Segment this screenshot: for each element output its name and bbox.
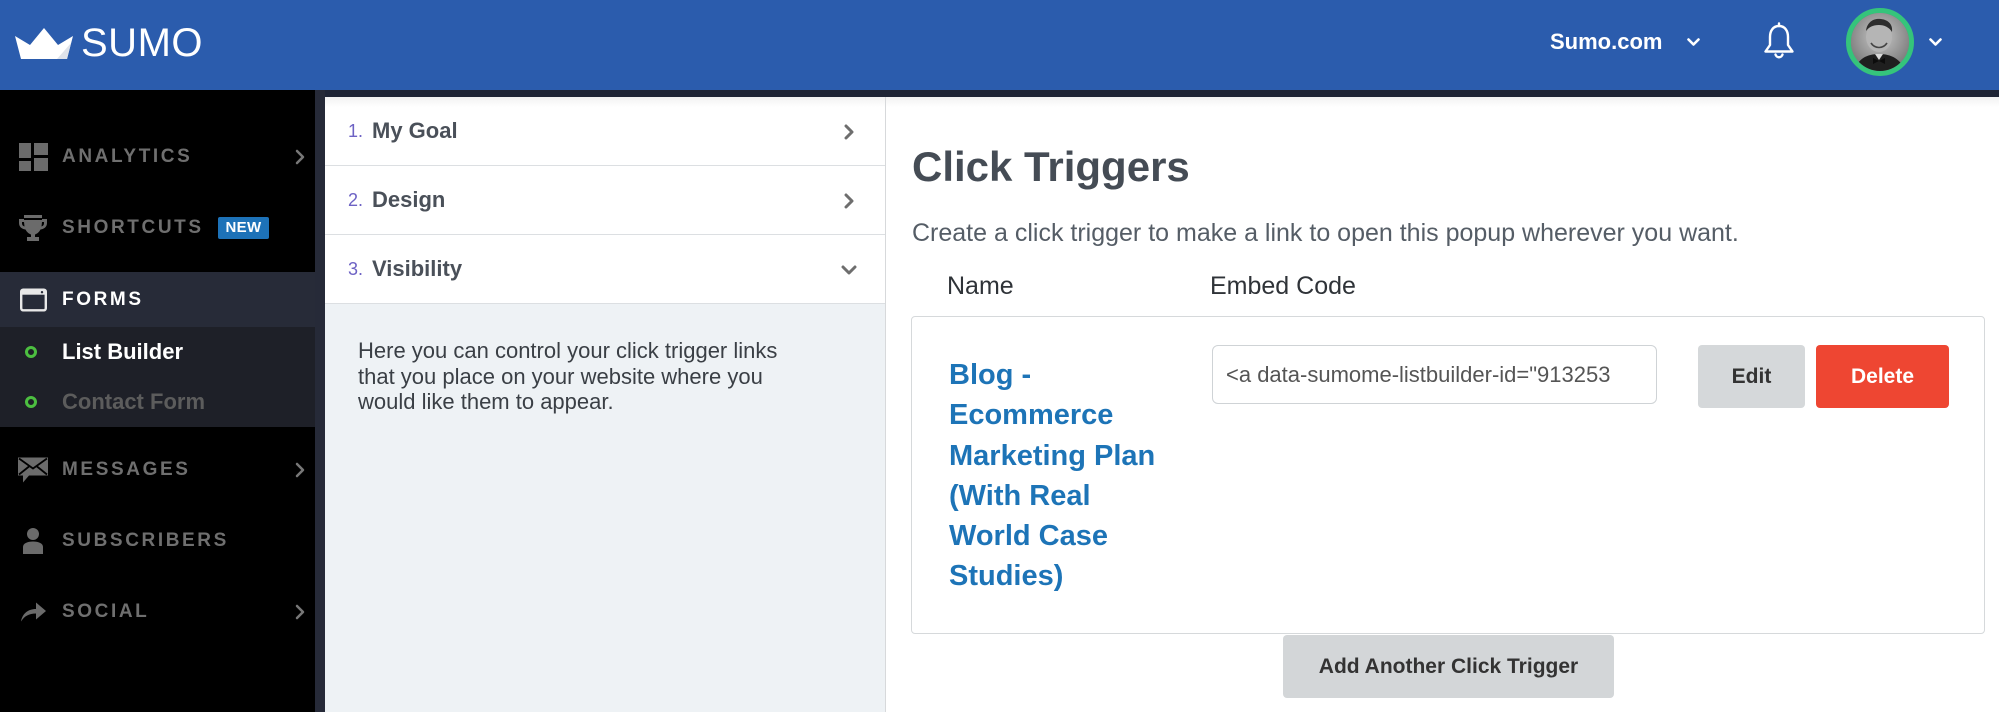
- step-number: 3.: [348, 259, 364, 279]
- sumo-logo[interactable]: SUMO: [15, 21, 203, 65]
- envelope-icon: [18, 457, 48, 484]
- visibility-help-text: Here you can control your click trigger …: [358, 338, 778, 414]
- sidebar-subitem-contact-form[interactable]: Contact Form: [0, 377, 315, 427]
- sidebar-item-forms[interactable]: FORMS: [0, 272, 315, 327]
- sidebar-item-shortcuts[interactable]: SHORTCUTS NEW: [0, 200, 315, 256]
- new-badge: NEW: [218, 217, 269, 239]
- column-header-name: Name: [947, 272, 1014, 300]
- click-trigger-row: Blog - Ecommerce Marketing Plan (With Re…: [911, 316, 1985, 634]
- step-label: My Goal: [372, 118, 458, 143]
- step-visibility[interactable]: 3. Visibility: [325, 235, 885, 304]
- header-divider: [315, 90, 1999, 97]
- sidebar-item-label: ANALYTICS: [62, 146, 193, 167]
- chevron-right-icon: [295, 462, 305, 478]
- sidebar-item-label: SOCIAL: [62, 601, 150, 622]
- sidebar-item-label: FORMS: [62, 289, 144, 310]
- trophy-icon: [18, 214, 48, 242]
- content-shadow: [886, 97, 1999, 107]
- delete-button[interactable]: Delete: [1816, 345, 1949, 408]
- add-click-trigger-button[interactable]: Add Another Click Trigger: [1283, 635, 1614, 698]
- chevron-down-icon: [841, 265, 857, 275]
- page-subtitle: Create a click trigger to make a link to…: [912, 219, 1739, 247]
- chevron-right-icon: [844, 193, 854, 209]
- step-design[interactable]: 2. Design: [325, 166, 885, 235]
- sidebar-item-label: SUBSCRIBERS: [62, 530, 229, 551]
- forms-submenu: List Builder Contact Form: [0, 327, 315, 427]
- step-number: 2.: [348, 190, 364, 210]
- sidebar: ANALYTICS SHORTCUTS NEW FORMS List Build…: [0, 90, 315, 712]
- chevron-right-icon: [844, 124, 854, 140]
- share-icon: [18, 602, 48, 622]
- top-bar: SUMO Sumo.com: [0, 0, 1999, 90]
- dashboard-icon: [18, 143, 48, 171]
- step-number: 1.: [348, 121, 364, 141]
- embed-code-field[interactable]: [1212, 345, 1657, 404]
- sidebar-item-label: SHORTCUTS: [62, 217, 204, 238]
- sidebar-item-social[interactable]: SOCIAL: [0, 584, 315, 640]
- edit-button[interactable]: Edit: [1698, 345, 1805, 408]
- status-dot-icon: [25, 346, 37, 358]
- account-menu[interactable]: [1846, 8, 1942, 76]
- step-my-goal[interactable]: 1. My Goal: [325, 97, 885, 166]
- sidebar-item-subscribers[interactable]: SUBSCRIBERS: [0, 513, 315, 569]
- user-photo: [1851, 13, 1909, 71]
- sidebar-item-label: MESSAGES: [62, 459, 191, 480]
- chevron-down-icon: [1687, 37, 1701, 46]
- sidebar-gutter: [315, 90, 325, 712]
- trigger-name-link[interactable]: Blog - Ecommerce Marketing Plan (With Re…: [949, 355, 1171, 597]
- bell-icon: [1764, 22, 1794, 59]
- sidebar-subitem-label: List Builder: [62, 339, 184, 364]
- sidebar-subitem-label: Contact Form: [62, 389, 205, 414]
- notifications-button[interactable]: [1762, 22, 1796, 60]
- step-label: Visibility: [372, 256, 463, 281]
- click-triggers-content: Click Triggers Create a click trigger to…: [886, 97, 1999, 712]
- status-dot-icon: [25, 396, 37, 408]
- sidebar-item-messages[interactable]: MESSAGES: [0, 442, 315, 498]
- page-title: Click Triggers: [912, 143, 1190, 190]
- logo-text: SUMO: [81, 21, 203, 65]
- site-switcher-dropdown[interactable]: Sumo.com: [1550, 27, 1701, 57]
- steps-panel: 1. My Goal 2. Design 3. Visibility Here …: [325, 97, 886, 712]
- column-header-embed-code: Embed Code: [1210, 272, 1356, 300]
- chevron-right-icon: [295, 149, 305, 165]
- window-icon: [18, 288, 48, 311]
- user-icon: [18, 528, 48, 554]
- site-name: Sumo.com: [1550, 29, 1663, 54]
- sidebar-item-analytics[interactable]: ANALYTICS: [0, 129, 315, 185]
- chevron-down-icon: [1929, 37, 1942, 46]
- crown-icon: [15, 27, 73, 59]
- chevron-right-icon: [295, 604, 305, 620]
- avatar[interactable]: [1846, 8, 1914, 76]
- step-label: Design: [372, 187, 446, 212]
- sidebar-subitem-list-builder[interactable]: List Builder: [0, 327, 315, 377]
